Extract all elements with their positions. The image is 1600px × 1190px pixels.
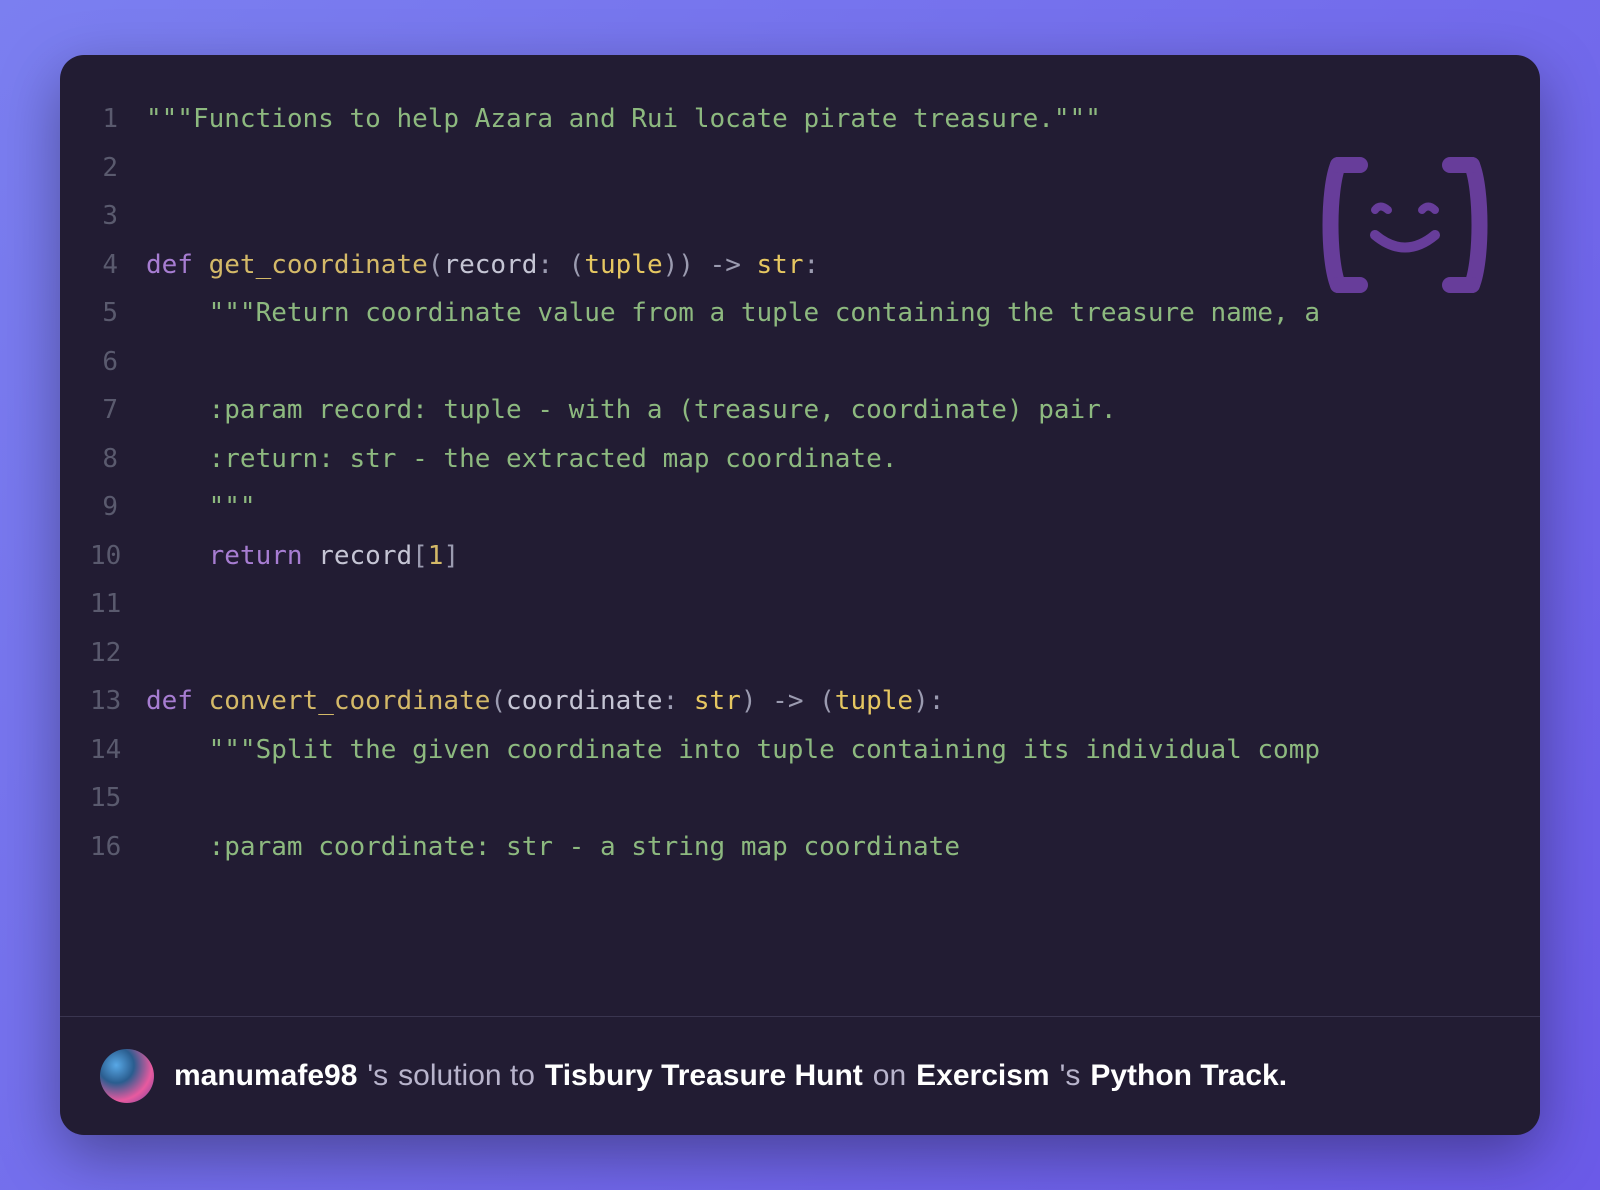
line-number: 12 <box>90 629 146 678</box>
code-line: 8 :return: str - the extracted map coord… <box>90 435 1510 484</box>
line-content[interactable]: """ <box>146 483 1510 532</box>
code-lines: 1"""Functions to help Azara and Rui loca… <box>90 95 1510 871</box>
footer-text-3: on <box>873 1059 906 1093</box>
line-number: 13 <box>90 677 146 726</box>
code-line: 7 :param record: tuple - with a (treasur… <box>90 386 1510 435</box>
code-line: 2 <box>90 144 1510 193</box>
code-line: 11 <box>90 580 1510 629</box>
line-number: 5 <box>90 289 146 338</box>
line-content[interactable]: """Functions to help Azara and Rui locat… <box>146 95 1510 144</box>
avatar[interactable] <box>100 1049 154 1103</box>
code-line: 5 """Return coordinate value from a tupl… <box>90 289 1510 338</box>
exercism-logo-icon <box>1320 155 1490 295</box>
code-line: 6 <box>90 338 1510 387</box>
footer-text-2: solution to <box>398 1059 535 1093</box>
line-number: 9 <box>90 483 146 532</box>
code-line: 9 """ <box>90 483 1510 532</box>
code-line: 3 <box>90 192 1510 241</box>
code-line: 4def get_coordinate(record: (tuple)) -> … <box>90 241 1510 290</box>
line-number: 3 <box>90 192 146 241</box>
line-content[interactable]: def get_coordinate(record: (tuple)) -> s… <box>146 241 1510 290</box>
line-number: 1 <box>90 95 146 144</box>
line-content[interactable]: :param coordinate: str - a string map co… <box>146 823 1510 872</box>
code-area: 1"""Functions to help Azara and Rui loca… <box>60 55 1540 1016</box>
footer-track[interactable]: Python Track. <box>1090 1059 1287 1093</box>
footer-text-1: 's <box>367 1059 388 1093</box>
line-content[interactable]: return record[1] <box>146 532 1510 581</box>
code-line: 1"""Functions to help Azara and Rui loca… <box>90 95 1510 144</box>
code-line: 13def convert_coordinate(coordinate: str… <box>90 677 1510 726</box>
line-content[interactable]: :return: str - the extracted map coordin… <box>146 435 1510 484</box>
line-number: 7 <box>90 386 146 435</box>
footer-text: manumafe98 's solution to Tisbury Treasur… <box>174 1059 1287 1093</box>
code-line: 10 return record[1] <box>90 532 1510 581</box>
line-number: 2 <box>90 144 146 193</box>
code-line: 12 <box>90 629 1510 678</box>
line-content[interactable]: :param record: tuple - with a (treasure,… <box>146 386 1510 435</box>
line-number: 6 <box>90 338 146 387</box>
footer-platform[interactable]: Exercism <box>916 1059 1049 1093</box>
code-card: 1"""Functions to help Azara and Rui loca… <box>60 55 1540 1135</box>
footer-text-4: 's <box>1060 1059 1081 1093</box>
line-number: 10 <box>90 532 146 581</box>
line-number: 8 <box>90 435 146 484</box>
footer: manumafe98 's solution to Tisbury Treasur… <box>60 1016 1540 1135</box>
line-number: 16 <box>90 823 146 872</box>
code-line: 16 :param coordinate: str - a string map… <box>90 823 1510 872</box>
line-number: 4 <box>90 241 146 290</box>
line-number: 15 <box>90 774 146 823</box>
line-content[interactable]: """Split the given coordinate into tuple… <box>146 726 1510 775</box>
code-line: 14 """Split the given coordinate into tu… <box>90 726 1510 775</box>
footer-username[interactable]: manumafe98 <box>174 1059 357 1093</box>
line-content[interactable]: def convert_coordinate(coordinate: str) … <box>146 677 1510 726</box>
line-number: 14 <box>90 726 146 775</box>
footer-exercise[interactable]: Tisbury Treasure Hunt <box>545 1059 863 1093</box>
line-content[interactable]: """Return coordinate value from a tuple … <box>146 289 1510 338</box>
line-number: 11 <box>90 580 146 629</box>
code-line: 15 <box>90 774 1510 823</box>
